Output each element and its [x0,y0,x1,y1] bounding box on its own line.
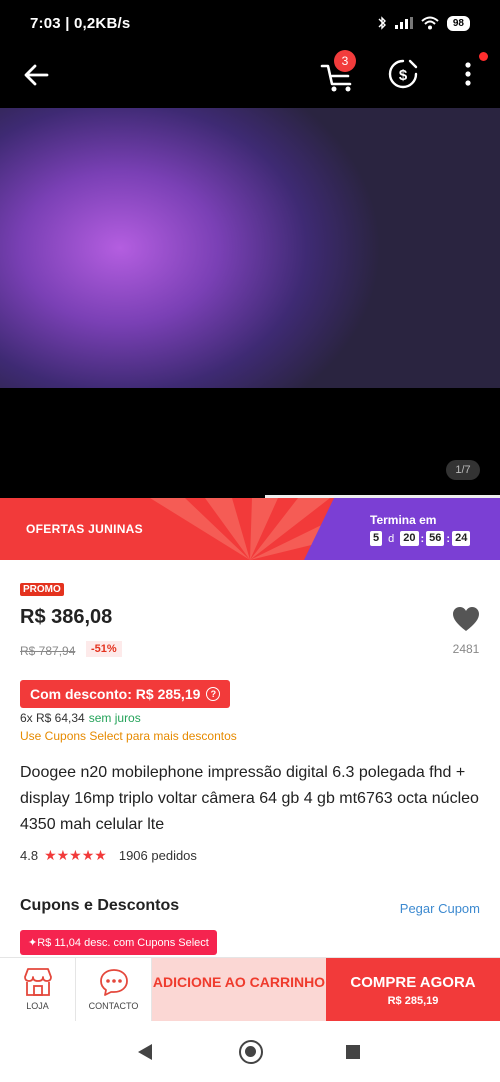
promo-tag: PROMO [20,583,64,596]
store-label: LOJA [26,1001,49,1011]
store-button[interactable]: LOJA [0,958,76,1022]
orders-count: 1906 pedidos [118,848,197,863]
chat-icon [99,969,128,996]
coin-icon[interactable]: $ [386,57,420,91]
action-bar: LOJA CONTACTO ADICIONE AO CARRINHO COMPR… [0,957,500,1022]
system-home-icon[interactable] [239,1040,263,1064]
cart-count-badge: 3 [334,50,356,72]
wishlist-count: 2481 [452,642,480,656]
store-icon [23,968,52,996]
svg-text:$: $ [399,67,408,84]
installments-value: 6x R$ 64,34 [20,711,85,725]
countdown-hours: 20 [400,531,419,546]
get-coupon-link[interactable]: Pegar Cupom [400,901,480,916]
rating-value: 4.8 [20,848,39,863]
battery-icon: 98 [446,15,470,31]
contact-label: CONTACTO [88,1001,139,1011]
promo-countdown-panel [304,498,500,560]
countdown-timer: 5 d 20 : 56 : 24 [370,531,471,546]
product-title: Doogee n20 mobilephone impressão digital… [20,764,479,833]
signal-icon [394,17,413,29]
product-image[interactable] [0,108,500,388]
countdown-days-unit: d [388,532,395,545]
gallery-counter: 1/7 [446,460,480,480]
coupon-price-label: Com desconto: R$ 285,19 [30,686,201,702]
star-rating-icon: ★★★★★ [44,847,107,863]
countdown-seconds: 24 [452,531,471,546]
status-icons: 98 [377,15,470,31]
status-time: 7:03 | 0,2KB/s [30,14,131,32]
buy-now-button[interactable]: COMPRE AGORA R$ 285,19 [326,958,500,1022]
promo-title: OFERTAS JUNINAS [26,522,143,536]
product-gallery[interactable]: 1/7 [0,108,500,498]
ends-label: Termina em [370,513,437,527]
buy-now-label: COMPRE AGORA [350,974,476,991]
add-to-cart-label: ADICIONE AO CARRINHO [152,974,326,990]
system-recents-icon[interactable] [346,1045,360,1059]
contact-button[interactable]: CONTACTO [76,958,152,1022]
add-to-cart-button[interactable]: ADICIONE AO CARRINHO [152,958,326,1022]
discount-badge: -51% [86,641,122,657]
heart-icon[interactable] [452,606,480,632]
system-nav-bar [0,1021,500,1082]
use-coupons-link[interactable]: Use Cupons Select para mais descontos [20,729,237,743]
countdown-minutes: 56 [426,531,445,546]
status-bar: 7:03 | 0,2KB/s 98 [0,0,500,46]
coupon-chip[interactable]: ✦R$ 11,04 desc. com Cupons Select [20,930,217,955]
installments: 6x R$ 64,34 sem juros [20,711,141,725]
bluetooth-icon [378,16,386,30]
promo-banner[interactable]: OFERTAS JUNINAS Termina em 5 d 20 : 56 :… [0,498,500,560]
rating-row[interactable]: 4.8 ★★★★★ 1906 pedidos [20,847,197,864]
buy-now-price: R$ 285,19 [387,995,439,1007]
top-nav: 3 $ [0,46,500,108]
back-arrow-icon[interactable] [20,59,52,91]
coupon-price-button[interactable]: Com desconto: R$ 285,19 ? [20,680,231,708]
original-price: R$ 787,94 [20,644,76,658]
coupons-heading: Cupons e Descontos [20,897,180,914]
product-price: R$ 386,08 [20,606,113,628]
installments-note: sem juros [88,711,141,725]
notification-dot [479,52,488,61]
system-back-icon[interactable] [137,1043,153,1061]
wifi-icon [421,16,439,30]
more-menu-icon[interactable] [458,57,478,91]
countdown-days: 5 [370,531,383,546]
help-icon[interactable]: ? [206,687,221,701]
